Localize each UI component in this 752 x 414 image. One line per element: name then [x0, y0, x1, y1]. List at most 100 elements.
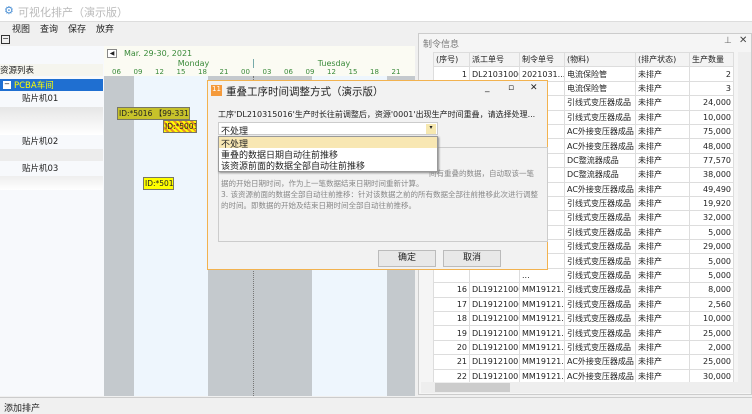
- resource-row[interactable]: 贴片机02: [0, 135, 103, 148]
- hour-tick: 21: [219, 68, 229, 76]
- table-cell: MM19121...: [519, 339, 565, 356]
- table-cell: 未排产: [635, 123, 690, 140]
- table-cell: 10,000: [689, 311, 734, 327]
- hour-tick: 12: [155, 68, 164, 76]
- resource-row[interactable]: 贴片机01: [0, 92, 103, 105]
- option-shift-all[interactable]: 该资源前面的数据全部自动往前推移: [219, 159, 437, 172]
- table-cell: 电流保险管: [564, 80, 636, 97]
- table-cell: 25,000: [689, 325, 734, 341]
- table-cell: AC外接变压器成品: [564, 181, 636, 197]
- table-row[interactable]: 16DL191210007MM19121...引线式变压器成品未排产8,000: [433, 282, 734, 298]
- table-cell: 2,000: [689, 339, 734, 356]
- menu-save[interactable]: 保存: [68, 22, 86, 35]
- app-icon: ⚙: [4, 4, 14, 17]
- vertical-scrollbar[interactable]: [738, 52, 751, 382]
- table-row[interactable]: 21DL191210012MM19121...AC外接变压器成品未排产25,00…: [433, 354, 734, 370]
- table-cell: 引线式变压器成品: [564, 253, 636, 269]
- table-cell: 引线式变压器成品: [564, 267, 636, 284]
- column-header[interactable]: (物料): [564, 51, 636, 68]
- table-cell: 未排产: [635, 109, 690, 125]
- table-cell: [469, 267, 520, 284]
- hour-tick: 09: [133, 68, 143, 76]
- table-cell: 未排产: [635, 195, 690, 212]
- column-header[interactable]: 制令单号: [519, 51, 565, 68]
- group-label: PCBA车间: [14, 81, 54, 91]
- dropdown-arrow-icon[interactable]: ▾: [426, 124, 436, 134]
- hour-tick: 00: [241, 68, 250, 76]
- dialog-close-button[interactable]: ✕: [530, 83, 538, 93]
- column-header[interactable]: (排产状态): [635, 51, 690, 68]
- option-shift-overlap[interactable]: 重叠的数据日期自动往前推移: [219, 148, 437, 161]
- hour-tick: 15: [348, 68, 358, 76]
- table-cell: DL191210011: [469, 339, 520, 356]
- table-row[interactable]: ...引线式变压器成品未排产5,000: [433, 267, 734, 284]
- resource-list-header: 资源列表: [0, 64, 103, 76]
- table-cell: 5,000: [689, 224, 734, 241]
- cancel-button[interactable]: 取消: [443, 250, 501, 267]
- collapse-all-icon[interactable]: −: [1, 35, 10, 44]
- handling-select[interactable]: 不处理 ▾: [218, 122, 438, 137]
- table-cell: DL191210008: [469, 296, 520, 313]
- table-cell: ...: [519, 267, 565, 284]
- task-bar-overlap[interactable]: ID:*5001: [163, 120, 197, 133]
- task-bar[interactable]: ID:*5016 【99-33110】: [117, 107, 190, 120]
- close-icon[interactable]: ✕: [739, 35, 747, 46]
- table-cell: 未排产: [635, 296, 690, 313]
- prev-arrow-icon[interactable]: ◀: [107, 49, 117, 58]
- table-cell: 未排产: [635, 282, 690, 298]
- hour-tick: 15: [176, 68, 186, 76]
- table-cell: 引线式变压器成品: [564, 239, 636, 255]
- hour-tick: 09: [305, 68, 315, 76]
- table-cell: 77,570: [689, 152, 734, 169]
- table-cell: 未排产: [635, 181, 690, 197]
- collapse-icon[interactable]: −: [3, 81, 11, 89]
- table-cell: 引线式变压器成品: [564, 95, 636, 111]
- table-cell: 电流保险管: [564, 66, 636, 82]
- desc-text: 据的开始日期时间，作为上一笔数据结束日期时间重新计算。: [221, 179, 424, 188]
- task-bar[interactable]: ID:*501: [143, 177, 174, 190]
- minimize-button[interactable]: _: [485, 83, 490, 93]
- column-header[interactable]: 生产数量: [689, 51, 734, 68]
- table-cell: 未排产: [635, 66, 690, 82]
- resource-band: [0, 176, 103, 190]
- table-cell: 19,920: [689, 195, 734, 212]
- table-row[interactable]: 17DL191210008MM19121...引线式变压器成品未排产2,560: [433, 296, 734, 313]
- column-header[interactable]: 派工单号: [469, 51, 520, 68]
- table-cell: DL191210009: [469, 311, 520, 327]
- table-cell: 24,000: [689, 95, 734, 111]
- table-cell: MM19121...: [519, 354, 565, 370]
- status-text: 添加排产: [4, 404, 41, 414]
- menu-view[interactable]: 视图: [12, 22, 30, 35]
- hour-tick: 18: [198, 68, 207, 76]
- dialog-title: 重叠工序时间调整方式（演示版）: [226, 86, 384, 98]
- pin-icon[interactable]: ⊥: [724, 36, 732, 46]
- title-bar: ⚙ 可视化排产（演示版）: [0, 0, 752, 22]
- scroll-thumb[interactable]: [435, 383, 510, 392]
- table-cell: 32,000: [689, 210, 734, 226]
- column-header[interactable]: (序号): [433, 51, 470, 68]
- table-cell: 20: [433, 339, 470, 356]
- maximize-button[interactable]: ▫: [508, 83, 514, 93]
- table-cell: 引线式变压器成品: [564, 210, 636, 226]
- option-no-action[interactable]: 不处理: [219, 137, 437, 150]
- table-cell: AC外接变压器成品: [564, 123, 636, 140]
- table-row[interactable]: 18DL191210009MM19121...引线式变压器成品未排产10,000: [433, 311, 734, 327]
- table-cell: 未排产: [635, 253, 690, 269]
- hour-tick: 03: [262, 68, 272, 76]
- resource-group-pcba[interactable]: − PCBA车间: [0, 79, 103, 91]
- table-row[interactable]: 20DL191210011MM19121...引线式变压器成品未排产2,000: [433, 339, 734, 356]
- table-row[interactable]: 19DL191210010MM19121...引线式变压器成品未排产25,000: [433, 325, 734, 341]
- table-cell: DC整流器成品: [564, 152, 636, 169]
- ok-button[interactable]: 确定: [378, 250, 436, 267]
- table-cell: 未排产: [635, 325, 690, 341]
- resource-band: [0, 107, 103, 135]
- table-cell: 18: [433, 311, 470, 327]
- table-cell: 引线式变压器成品: [564, 195, 636, 212]
- horizontal-scrollbar[interactable]: [421, 382, 751, 393]
- table-cell: 3: [689, 80, 734, 97]
- table-cell: AC外接变压器成品: [564, 354, 636, 370]
- resource-row[interactable]: 贴片机03: [0, 162, 103, 175]
- menu-discard[interactable]: 放弃: [96, 22, 114, 35]
- menu-query[interactable]: 查询: [40, 22, 58, 35]
- table-cell: 引线式变压器成品: [564, 339, 636, 356]
